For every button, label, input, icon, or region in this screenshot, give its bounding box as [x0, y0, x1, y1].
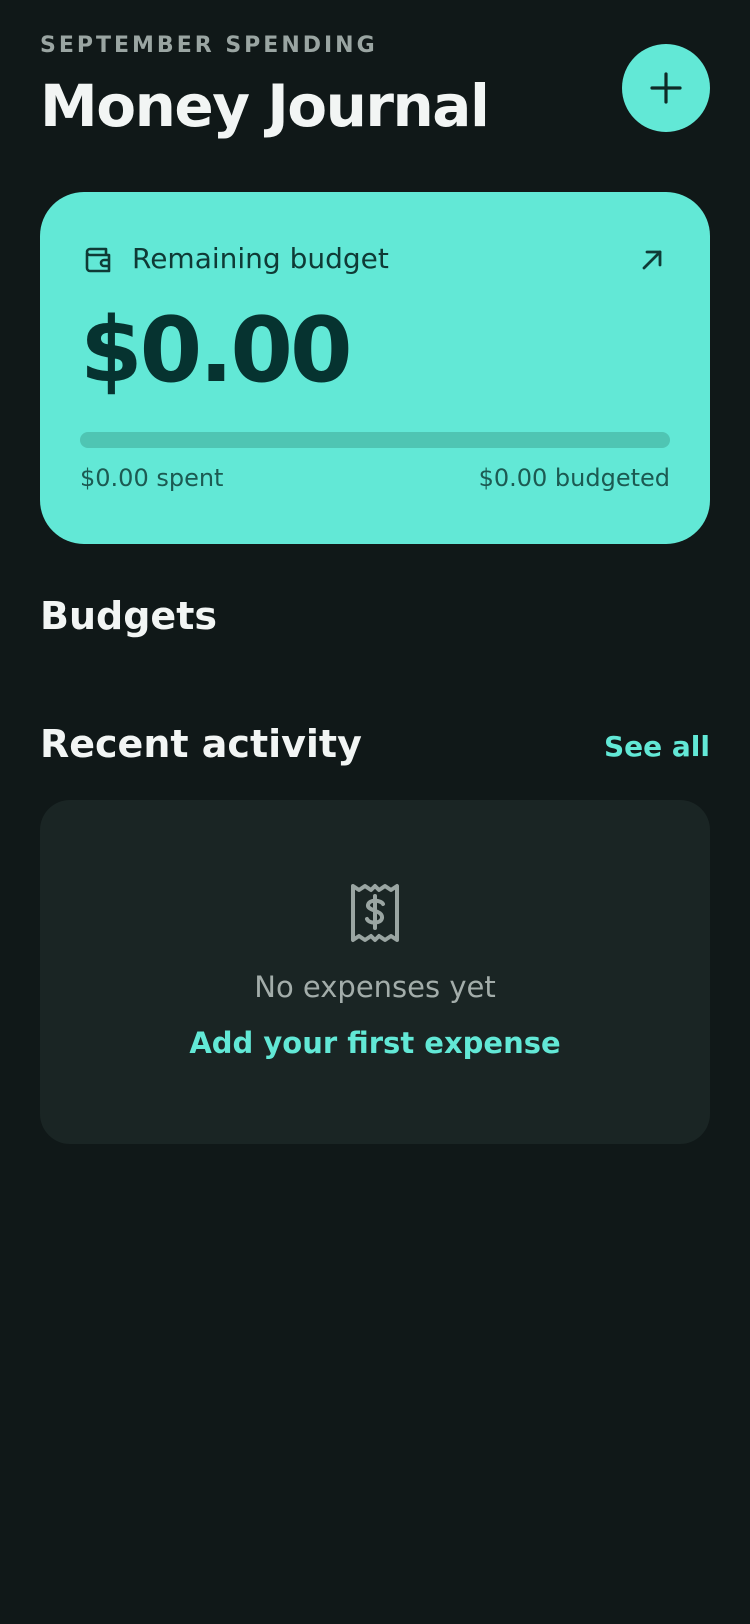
wallet-icon	[85, 247, 111, 273]
empty-state-message: No expenses yet	[254, 970, 496, 1004]
budget-progress-bar	[80, 432, 670, 448]
add-expense-button[interactable]	[622, 44, 710, 132]
recent-activity-heading: Recent activity	[40, 722, 362, 766]
remaining-budget-label: Remaining budget	[132, 242, 389, 275]
remaining-amount: $0.00	[80, 298, 353, 403]
see-all-link[interactable]: See all	[604, 730, 710, 763]
arrow-up-right-icon[interactable]	[638, 246, 666, 274]
page-title: Money Journal	[40, 72, 490, 140]
plus-icon	[650, 72, 682, 104]
recent-activity-empty-state: No expenses yet Add your first expense	[40, 800, 710, 1144]
budgeted-label: $0.00 budgeted	[478, 464, 670, 492]
remaining-budget-card[interactable]: Remaining budget $0.00 $0.00 spent $0.00…	[40, 192, 710, 544]
receipt-dollar-icon	[351, 884, 399, 942]
page-eyebrow: SEPTEMBER SPENDING	[40, 33, 378, 58]
spent-label: $0.00 spent	[80, 464, 224, 492]
add-first-expense-link[interactable]: Add your first expense	[40, 1026, 710, 1060]
budgets-heading: Budgets	[40, 594, 217, 638]
money-journal-screen: SEPTEMBER SPENDING Money Journal Remaini…	[0, 0, 750, 1624]
